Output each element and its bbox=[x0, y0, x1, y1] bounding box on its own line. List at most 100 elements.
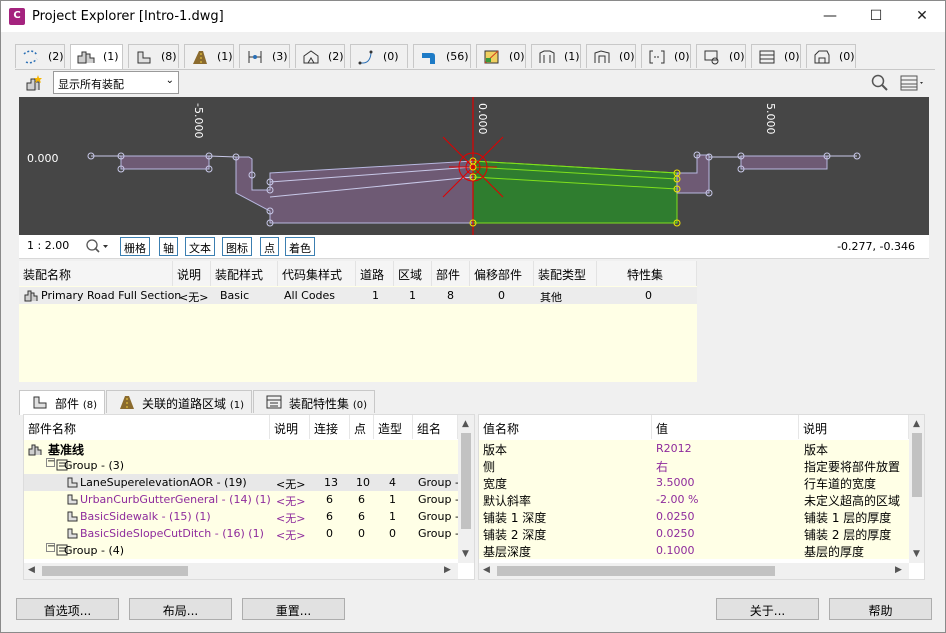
tab-surfaces[interactable]: (2) bbox=[295, 44, 345, 68]
col-header-part-name[interactable]: 部件名称 bbox=[24, 415, 270, 439]
zoom-scale[interactable]: 1 : 2.00 bbox=[27, 239, 69, 252]
tab-pipe-networks[interactable]: (56) bbox=[413, 44, 471, 68]
col-header-offset-assemblies[interactable]: 偏移部件 bbox=[470, 261, 534, 286]
assembly-filter-select[interactable]: 显示所有装配 ⌄ bbox=[53, 71, 179, 94]
scroll-up-icon[interactable]: ▲ bbox=[913, 419, 920, 429]
table-row[interactable]: UrbanCurbGutterGeneral - (14) (1) <无> 6 … bbox=[24, 491, 459, 508]
col-header-param-description[interactable]: 说明 bbox=[799, 415, 909, 439]
tab-corridors[interactable]: (1) bbox=[184, 44, 234, 68]
tab-tables[interactable]: (0) bbox=[751, 44, 801, 68]
scrollbar-thumb[interactable] bbox=[461, 433, 471, 529]
help-button[interactable]: 帮助 bbox=[829, 598, 932, 620]
tab-subassemblies[interactable]: (8) bbox=[128, 44, 179, 68]
col-header-value-name[interactable]: 值名称 bbox=[479, 415, 652, 439]
scroll-left-icon[interactable]: ◀ bbox=[28, 565, 35, 575]
table-row[interactable]: Primary Road Full Section <无> Basic All … bbox=[19, 287, 697, 304]
col-header-links[interactable]: 连接 bbox=[310, 415, 350, 439]
table-row[interactable]: 基层深度 0.1000 基层的厚度 bbox=[479, 542, 909, 559]
assembly-preview-viewer[interactable]: -5.000 0.000 5.000 0.000 bbox=[19, 97, 929, 235]
close-button[interactable]: ✕ bbox=[899, 1, 945, 32]
table-row[interactable]: 默认斜率 -2.00 % 未定义超高的区域 bbox=[479, 491, 909, 508]
new-assembly-icon[interactable] bbox=[25, 74, 43, 92]
scroll-left-icon[interactable]: ◀ bbox=[483, 565, 490, 575]
col-header-assembly-style[interactable]: 装配样式 bbox=[211, 261, 278, 286]
title-bar: C Project Explorer [Intro-1.dwg] — ☐ ✕ bbox=[1, 1, 945, 32]
table-row[interactable]: BasicSidewalk - (15) (1) <无> 6 6 1 Group… bbox=[24, 508, 459, 525]
tree-row-baseline[interactable]: 基准线 bbox=[24, 440, 458, 457]
maximize-button[interactable]: ☐ bbox=[853, 1, 899, 32]
tab-feature-lines[interactable]: (0) bbox=[350, 44, 408, 68]
col-header-description[interactable]: 说明 bbox=[173, 261, 211, 286]
toggle-text[interactable]: 文本 bbox=[185, 237, 215, 256]
col-header-code-set-style[interactable]: 代码集样式 bbox=[278, 261, 356, 286]
tab-assembly-property-sets[interactable]: 装配特性集 (0) bbox=[253, 390, 375, 413]
scroll-right-icon[interactable]: ▶ bbox=[444, 565, 451, 575]
horizontal-scrollbar[interactable]: ◀ ▶ bbox=[24, 563, 458, 579]
horizontal-scrollbar[interactable]: ◀ ▶ bbox=[479, 563, 909, 579]
table-row[interactable]: LaneSuperelevationAOR - (19) <无> 13 10 4… bbox=[24, 474, 459, 491]
table-row[interactable]: 铺装 1 深度 0.0250 铺装 1 层的厚度 bbox=[479, 508, 909, 525]
scroll-up-icon[interactable]: ▲ bbox=[462, 419, 469, 429]
param-value[interactable]: 3.5000 bbox=[656, 476, 695, 489]
col-header-group-name[interactable]: 组名 bbox=[413, 415, 458, 439]
param-value[interactable]: 0.0250 bbox=[656, 527, 695, 540]
scroll-right-icon[interactable]: ▶ bbox=[895, 565, 902, 575]
reset-button[interactable]: 重置... bbox=[242, 598, 345, 620]
tab-alignments[interactable]: (2) bbox=[15, 44, 65, 68]
scrollbar-thumb[interactable] bbox=[497, 566, 775, 576]
view-options-icon[interactable] bbox=[900, 74, 926, 92]
tab-vehicles[interactable]: (0) bbox=[806, 44, 856, 68]
toggle-icons[interactable]: 图标 bbox=[222, 237, 252, 256]
col-header-corridors[interactable]: 道路 bbox=[356, 261, 394, 286]
zoom-icon[interactable] bbox=[85, 238, 111, 254]
scrollbar-thumb[interactable] bbox=[42, 566, 188, 576]
col-header-assembly-type[interactable]: 装配类型 bbox=[534, 261, 597, 286]
param-value[interactable]: -2.00 % bbox=[656, 493, 698, 506]
tab-profile-views[interactable]: (1) bbox=[531, 44, 581, 68]
col-header-subassemblies[interactable]: 部件 bbox=[432, 261, 470, 286]
toggle-points[interactable]: 点 bbox=[260, 237, 279, 256]
tab-corridor-regions[interactable]: 关联的道路区域 (1) bbox=[106, 390, 252, 413]
col-header-assembly-name[interactable]: 装配名称 bbox=[19, 261, 173, 286]
table-row[interactable]: BasicSideSlopeCutDitch - (16) (1) <无> 0 … bbox=[24, 525, 459, 542]
tab-subassemblies-detail[interactable]: 部件 (8) bbox=[19, 390, 105, 415]
about-button[interactable]: 关于... bbox=[716, 598, 819, 620]
tab-sample-lines[interactable]: (3) bbox=[239, 44, 290, 68]
col-header-property-sets[interactable]: 特性集 bbox=[597, 261, 697, 286]
vertical-scrollbar[interactable]: ▲ ▼ bbox=[458, 415, 474, 563]
scrollbar-thumb[interactable] bbox=[912, 433, 922, 497]
toggle-shading[interactable]: 着色 bbox=[285, 237, 315, 256]
tab-labels[interactable]: (0) bbox=[696, 44, 746, 68]
table-row[interactable]: 铺装 2 深度 0.0250 铺装 2 层的厚度 bbox=[479, 525, 909, 542]
collapse-icon[interactable]: − bbox=[46, 457, 55, 467]
col-header-value[interactable]: 值 bbox=[652, 415, 799, 439]
scroll-down-icon[interactable]: ▼ bbox=[913, 549, 920, 559]
tree-row-group[interactable]: − Group - (3) bbox=[24, 457, 458, 474]
tab-brackets[interactable]: (0) bbox=[641, 44, 691, 68]
tab-point-groups[interactable]: (0) bbox=[476, 44, 526, 68]
toggle-axes[interactable]: 轴 bbox=[159, 237, 178, 256]
scroll-down-icon[interactable]: ▼ bbox=[462, 549, 469, 559]
col-header-points[interactable]: 点 bbox=[350, 415, 374, 439]
col-header-shapes[interactable]: 造型 bbox=[374, 415, 413, 439]
layout-button[interactable]: 布局... bbox=[129, 598, 232, 620]
param-value[interactable]: R2012 bbox=[656, 442, 692, 455]
param-value[interactable]: 0.1000 bbox=[656, 544, 695, 557]
table-row[interactable]: 宽度 3.5000 行车道的宽度 bbox=[479, 474, 909, 491]
search-icon[interactable] bbox=[871, 74, 889, 92]
param-value[interactable]: 右 bbox=[656, 458, 668, 475]
collapse-icon[interactable]: − bbox=[46, 542, 55, 552]
col-header-regions[interactable]: 区域 bbox=[394, 261, 432, 286]
table-row[interactable]: 版本 R2012 版本 bbox=[479, 440, 909, 457]
tab-section-views[interactable]: (0) bbox=[586, 44, 636, 68]
param-value[interactable]: 0.0250 bbox=[656, 510, 695, 523]
minimize-button[interactable]: — bbox=[807, 1, 853, 32]
tab-count: (1) bbox=[217, 50, 233, 63]
col-header-part-description[interactable]: 说明 bbox=[270, 415, 310, 439]
tab-assemblies[interactable]: (1) bbox=[70, 44, 123, 70]
vertical-scrollbar[interactable]: ▲ ▼ bbox=[909, 415, 924, 563]
preferences-button[interactable]: 首选项... bbox=[16, 598, 119, 620]
table-row[interactable]: 侧 右 指定要将部件放置 bbox=[479, 457, 909, 474]
tree-row-group[interactable]: − Group - (4) bbox=[24, 542, 458, 559]
toggle-grid[interactable]: 栅格 bbox=[120, 237, 150, 256]
